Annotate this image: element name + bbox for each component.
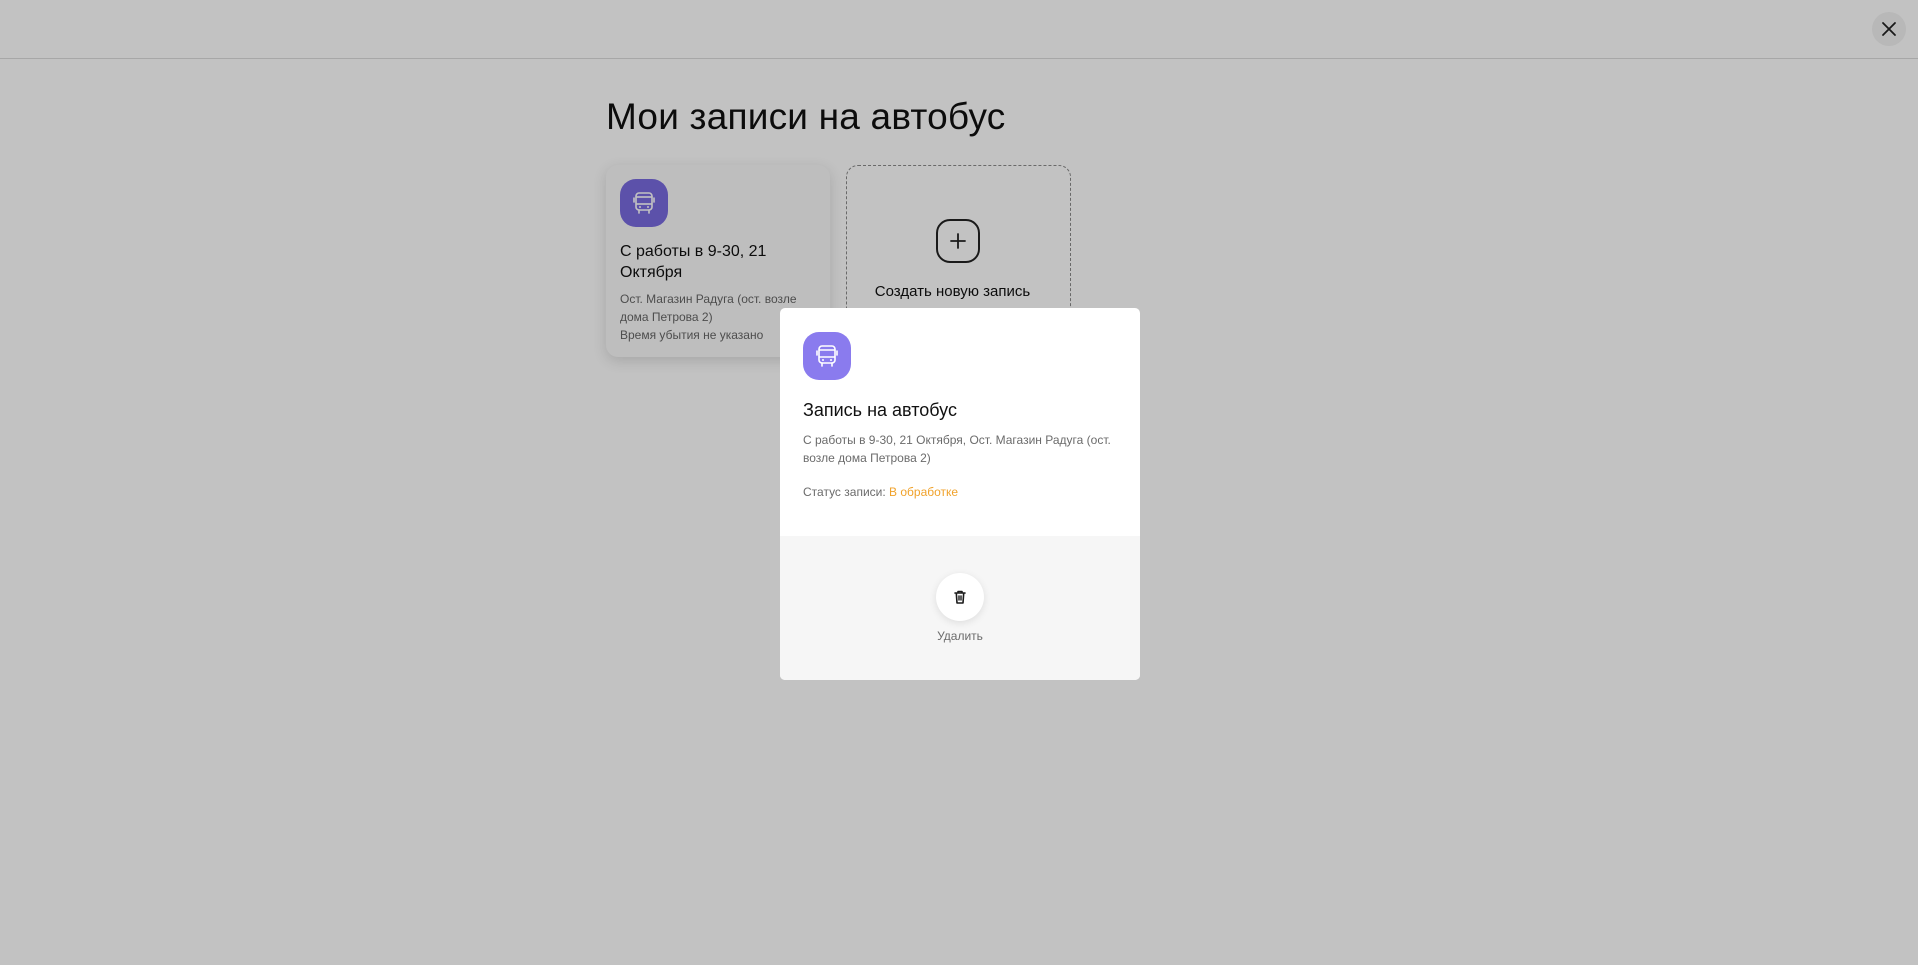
status-value: В обработке <box>889 485 959 499</box>
modal-status: Статус записи: В обработке <box>803 485 1117 499</box>
trash-icon <box>954 590 966 604</box>
booking-detail-modal: Запись на автобус С работы в 9-30, 21 Ок… <box>780 308 1140 680</box>
modal-icon-tile <box>803 332 851 380</box>
delete-button[interactable] <box>936 573 984 621</box>
modal-title: Запись на автобус <box>803 400 957 420</box>
modal-content: Запись на автобус С работы в 9-30, 21 Ок… <box>780 308 1140 536</box>
modal-actions: Удалить <box>780 536 1140 680</box>
delete-label: Удалить <box>937 629 983 643</box>
status-label: Статус записи: <box>803 485 886 499</box>
modal-description: С работы в 9-30, 21 Октября, Ост. Магази… <box>803 433 1111 465</box>
bus-icon <box>816 345 838 367</box>
